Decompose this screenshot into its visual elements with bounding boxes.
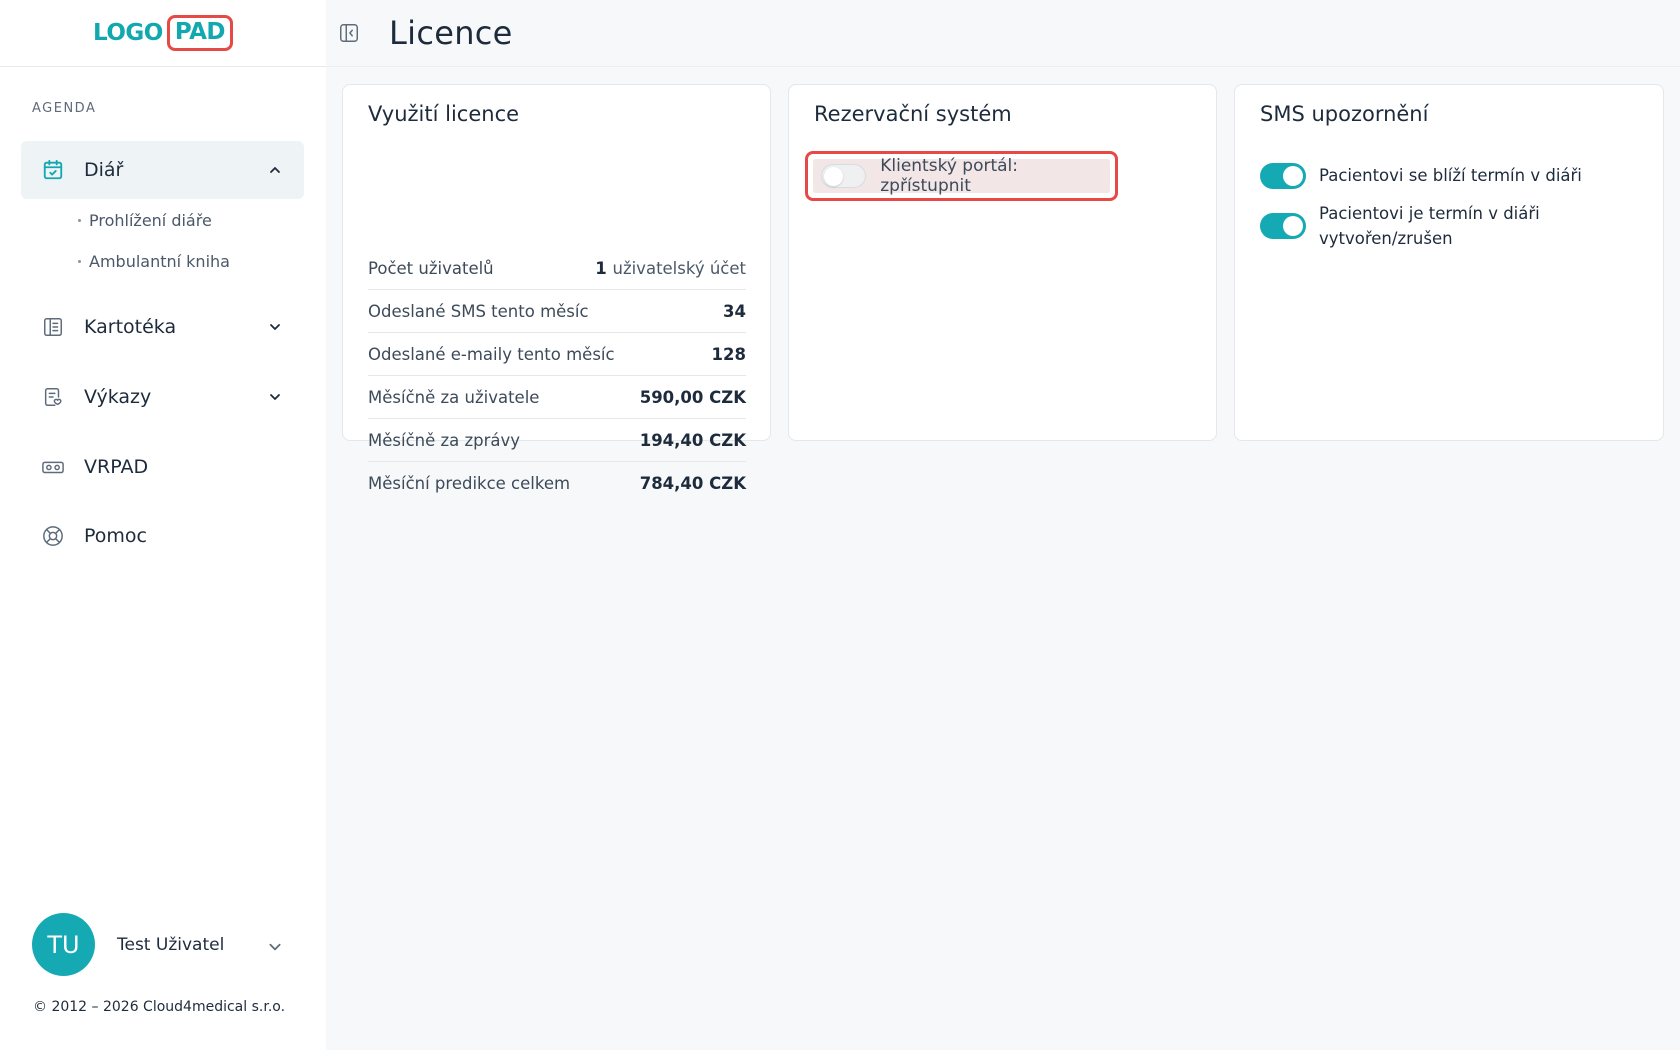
sidebar-item-label: Pomoc xyxy=(84,525,147,547)
reservation-system-card: Rezervační systém Klientský portál: zpří… xyxy=(788,84,1217,441)
card-title: Využití licence xyxy=(368,102,520,126)
sidebar-subitem-label: Ambulantní kniha xyxy=(89,252,230,271)
sidebar-item-label: VRPAD xyxy=(84,456,149,478)
chevron-down-icon[interactable] xyxy=(268,390,282,404)
bullet-icon xyxy=(78,219,81,222)
row-label: Počet uživatelů xyxy=(368,258,494,278)
user-menu[interactable]: TU Test Uživatel xyxy=(32,913,292,976)
sms-created-toggle[interactable] xyxy=(1260,213,1306,239)
vr-headset-icon xyxy=(41,455,65,479)
user-name: Test Uživatel xyxy=(117,934,225,955)
sms-upcoming-toggle[interactable] xyxy=(1260,163,1306,189)
chevron-down-icon[interactable] xyxy=(268,320,282,334)
logo-part-2: PAD xyxy=(166,15,233,51)
book-icon xyxy=(41,315,65,339)
row-label: Měsíční predikce celkem xyxy=(368,474,571,493)
card-title: Rezervační systém xyxy=(814,102,1012,126)
page-title: Licence xyxy=(389,14,513,52)
table-row: Měsíčně za uživatele 590,00 CZK xyxy=(368,376,746,419)
logo[interactable]: LOGO PAD xyxy=(93,15,233,51)
client-portal-setting: Klientský portál: zpřístupnit xyxy=(805,151,1118,201)
row-value: 34 xyxy=(723,301,746,321)
row-label: Odeslané e-maily tento měsíc xyxy=(368,344,615,364)
avatar[interactable]: TU xyxy=(32,913,95,976)
sidebar-subitem-prohlizeni[interactable]: Prohlížení diáře xyxy=(78,211,212,230)
logo-bar: LOGO PAD xyxy=(0,0,326,67)
sidebar-item-diar[interactable]: Diář xyxy=(21,141,304,199)
chevron-up-icon[interactable] xyxy=(268,163,282,177)
sidebar-item-label: Diář xyxy=(84,159,124,181)
calendar-check-icon xyxy=(41,158,65,182)
table-row: Odeslané e-maily tento měsíc 128 xyxy=(368,333,746,376)
lifebuoy-icon xyxy=(41,524,65,548)
card-title: SMS upozornění xyxy=(1260,102,1429,126)
row-label: Měsíčně za zprávy xyxy=(368,430,521,450)
row-value: 590,00 CZK xyxy=(639,387,746,407)
table-row: Měsíčně za zprávy 194,40 CZK xyxy=(368,419,746,462)
sidebar-subitem-ambulantni[interactable]: Ambulantní kniha xyxy=(78,252,230,271)
row-value-number: 1 xyxy=(595,258,607,278)
toggle-knob xyxy=(824,167,843,186)
row-value: 784,40 CZK xyxy=(639,474,746,493)
table-row: Odeslané SMS tento měsíc 34 xyxy=(368,290,746,333)
report-icon xyxy=(41,385,65,409)
row-label: Měsíčně za uživatele xyxy=(368,387,540,407)
page-header: Licence xyxy=(326,0,1680,67)
license-usage-card: Využití licence Počet uživatelů 1 uživat… xyxy=(342,84,771,493)
table-row: Měsíční predikce celkem 784,40 CZK xyxy=(368,462,746,505)
table-row: Počet uživatelů 1 uživatelský účet xyxy=(368,247,746,290)
section-label-agenda: AGENDA xyxy=(32,101,97,116)
row-value: 194,40 CZK xyxy=(639,430,746,450)
client-portal-row[interactable]: Klientský portál: zpřístupnit xyxy=(813,156,1110,196)
client-portal-toggle[interactable] xyxy=(821,164,867,188)
toggle-knob xyxy=(1283,216,1303,236)
sms-created-label: Pacientovi je termín v diáři vytvořen/zr… xyxy=(1319,204,1540,248)
copyright: © 2012 – 2026 Cloud4medical s.r.o. xyxy=(33,999,286,1015)
row-label: Odeslané SMS tento měsíc xyxy=(368,301,589,321)
license-table: Počet uživatelů 1 uživatelský účet Odesl… xyxy=(368,247,746,505)
sidebar-item-vrpad[interactable]: VRPAD xyxy=(21,442,304,492)
chevron-down-icon[interactable] xyxy=(268,939,282,953)
toggle-knob xyxy=(1283,166,1303,186)
row-value: 128 xyxy=(711,344,746,364)
sidebar-item-vykazy[interactable]: Výkazy xyxy=(21,372,304,422)
sidebar: LOGO PAD AGENDA Diář Prohlížení diáře Am… xyxy=(0,0,326,1050)
sidebar-collapse-icon[interactable] xyxy=(336,20,362,46)
bullet-icon xyxy=(78,260,81,263)
sms-setting-upcoming: Pacientovi se blíží termín v diáři xyxy=(1260,163,1640,189)
row-value: 1 uživatelský účet xyxy=(595,259,746,278)
sms-setting-created: Pacientovi je termín v diáři vytvořen/zr… xyxy=(1260,201,1640,251)
logo-part-1: LOGO xyxy=(93,20,163,46)
sms-notifications-card: SMS upozornění Pacientovi se blíží termí… xyxy=(1234,84,1664,441)
sms-upcoming-label: Pacientovi se blíží termín v diáři xyxy=(1319,166,1582,185)
sidebar-subitem-label: Prohlížení diáře xyxy=(89,211,212,230)
sidebar-item-pomoc[interactable]: Pomoc xyxy=(21,511,304,561)
client-portal-label: Klientský portál: zpřístupnit xyxy=(880,156,1019,196)
row-value-unit: uživatelský účet xyxy=(612,258,746,278)
sidebar-item-label: Výkazy xyxy=(84,386,152,408)
sidebar-item-label: Kartotéka xyxy=(84,316,177,338)
sidebar-item-kartoteka[interactable]: Kartotéka xyxy=(21,302,304,352)
